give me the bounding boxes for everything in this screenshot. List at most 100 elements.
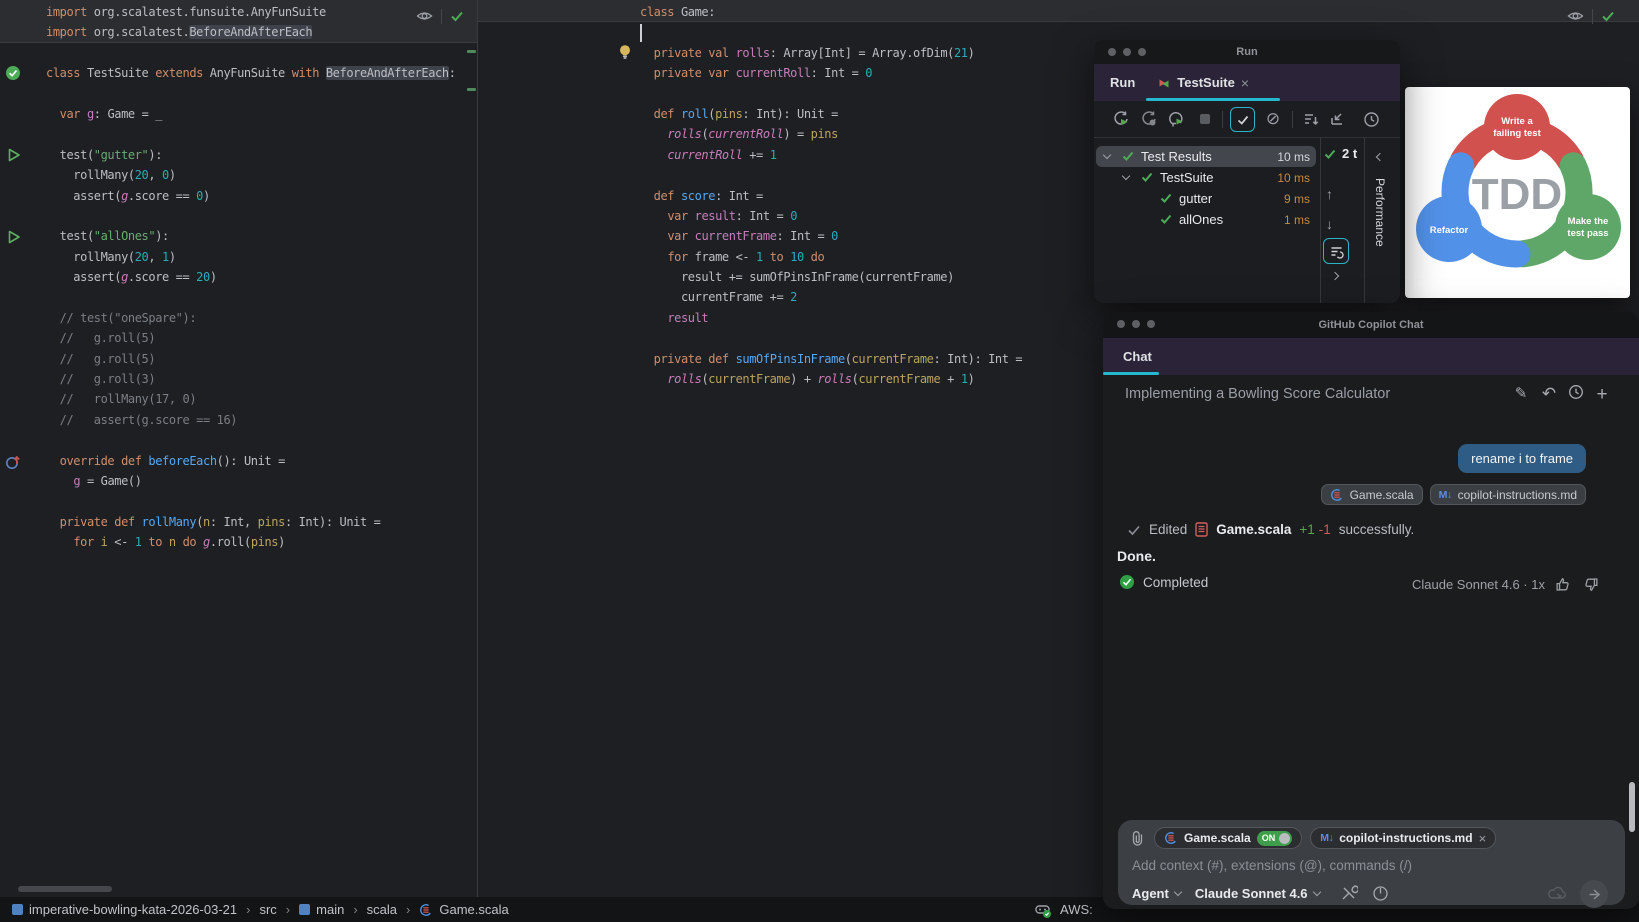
run-window-titlebar[interactable]: Run	[1094, 40, 1400, 64]
code-line[interactable]: for i <- 1 to n do g.roll(pins)	[46, 532, 477, 552]
run-test-gutter-icon[interactable]	[6, 229, 22, 245]
tree-expand-chevron-icon[interactable]	[1102, 150, 1112, 160]
code-line[interactable]: assert(g.score == 0)	[46, 186, 477, 206]
next-failed-test-button[interactable]: ↓	[1326, 216, 1333, 232]
context-on-toggle[interactable]: ON	[1256, 830, 1293, 846]
context-chip-copilot-instructions[interactable]: M↓ copilot-instructions.md	[1429, 484, 1586, 505]
reader-mode-eye-icon[interactable]	[415, 7, 434, 25]
code-line[interactable]	[46, 84, 477, 104]
code-line[interactable]: private def rollMany(n: Int, pins: Int):…	[46, 512, 477, 532]
test-history-clock-icon[interactable]	[1360, 108, 1382, 130]
code-line[interactable]: import org.scalatest.funsuite.AnyFunSuit…	[46, 2, 477, 22]
test-tree-row[interactable]: gutter 9 ms	[1096, 188, 1316, 209]
rerun-failed-tests-button[interactable]	[1138, 108, 1160, 130]
new-chat-plus-icon[interactable]: +	[1592, 384, 1612, 406]
code-line[interactable]: var g: Game = _	[46, 104, 477, 124]
rerun-tests-button[interactable]	[1110, 108, 1132, 130]
code-line[interactable]: // test("oneSpare"):	[46, 308, 477, 328]
sort-by-duration-button[interactable]	[1300, 108, 1322, 130]
code-line[interactable]: test("gutter"):	[46, 145, 477, 165]
reader-mode-eye-icon[interactable]	[1566, 7, 1585, 25]
undo-icon[interactable]: ↶	[1539, 384, 1559, 404]
code-line[interactable]: import org.scalatest.BeforeAndAfterEach	[46, 22, 477, 42]
stop-button[interactable]	[1194, 108, 1216, 130]
minimize-window-button[interactable]	[1123, 48, 1131, 56]
thumbs-up-icon[interactable]	[1555, 576, 1572, 593]
remove-chip-icon[interactable]: ×	[1479, 831, 1487, 846]
code-line[interactable]	[46, 43, 477, 63]
code-line[interactable]	[46, 206, 477, 226]
breadcrumb-item[interactable]: main	[299, 902, 344, 917]
attach-paperclip-icon[interactable]	[1130, 830, 1146, 847]
zoom-window-button[interactable]	[1138, 48, 1146, 56]
code-line[interactable]	[46, 124, 477, 144]
overrides-method-gutter-icon[interactable]	[5, 454, 21, 470]
previous-failed-test-button[interactable]: ↑	[1326, 186, 1333, 202]
code-line[interactable]: override def beforeEach(): Unit =	[46, 451, 477, 471]
tools-icon[interactable]	[1340, 884, 1358, 902]
code-line[interactable]	[46, 430, 477, 450]
test-tree-row[interactable]: Test Results 10 ms	[1096, 146, 1316, 167]
model-selector[interactable]: Claude Sonnet 4.6	[1195, 886, 1308, 901]
show-passed-toggle[interactable]	[1230, 107, 1255, 132]
code-line[interactable]: // assert(g.score == 16)	[46, 410, 477, 430]
mode-selector[interactable]: Agent	[1132, 886, 1169, 901]
code-line[interactable]: g = Game()	[46, 471, 477, 491]
usage-gauge-icon[interactable]	[1372, 885, 1389, 902]
close-window-button[interactable]	[1108, 48, 1116, 56]
code-line[interactable]	[46, 491, 477, 511]
code-line[interactable]: // g.roll(3)	[46, 369, 477, 389]
horizontal-scrollbar-thumb[interactable]	[18, 886, 112, 892]
code-line[interactable]: test("allOnes"):	[46, 226, 477, 246]
tree-expand-chevron-icon[interactable]	[1121, 171, 1131, 181]
performance-side-tab[interactable]: Performance	[1364, 138, 1400, 303]
edited-file-name[interactable]: Game.scala	[1216, 522, 1291, 537]
chat-window-titlebar[interactable]: GitHub Copilot Chat	[1103, 312, 1639, 338]
code-line[interactable]	[46, 287, 477, 307]
attached-chip-copilot-instructions[interactable]: M↓ copilot-instructions.md ×	[1310, 827, 1497, 849]
edit-quill-icon[interactable]: ✎	[1511, 384, 1531, 402]
chat-input-placeholder[interactable]: Add context (#), extensions (@), command…	[1132, 858, 1412, 873]
no-problems-check-icon[interactable]	[449, 8, 465, 24]
tab-chat[interactable]: Chat	[1123, 349, 1152, 364]
test-tree-row[interactable]: TestSuite 10 ms	[1096, 167, 1316, 188]
test-tree-row[interactable]: allOnes 1 ms	[1096, 209, 1316, 230]
filter-tests-toggle[interactable]	[1323, 238, 1349, 264]
run-class-gutter-icon[interactable]	[5, 65, 21, 81]
chat-input-box[interactable]: Game.scala ON M↓ copilot-instructions.md…	[1118, 820, 1625, 908]
minimize-window-button[interactable]	[1132, 320, 1140, 328]
close-tab-icon[interactable]: ×	[1241, 76, 1249, 90]
history-clock-icon[interactable]	[1566, 384, 1586, 404]
thumbs-down-icon[interactable]	[1582, 576, 1599, 593]
import-test-results-button[interactable]	[1326, 108, 1348, 130]
run-test-gutter-icon[interactable]	[6, 147, 22, 163]
attached-chip-game-scala[interactable]: Game.scala ON	[1154, 827, 1303, 849]
code-line[interactable]: assert(g.score == 20)	[46, 267, 477, 287]
code-line[interactable]: // g.roll(5)	[46, 349, 477, 369]
zoom-window-button[interactable]	[1147, 320, 1155, 328]
tab-testsuite[interactable]: TestSuite ×	[1157, 75, 1249, 90]
copilot-status-icon[interactable]	[1034, 901, 1052, 919]
code-line[interactable]: // rollMany(17, 0)	[46, 389, 477, 409]
context-chip-game-scala[interactable]: Game.scala	[1320, 484, 1423, 505]
code-line[interactable]: class Game:	[640, 2, 1639, 22]
toggle-auto-test-button[interactable]	[1166, 108, 1188, 130]
chat-scrollbar-thumb[interactable]	[1629, 782, 1635, 832]
breadcrumb-item[interactable]: imperative-bowling-kata-2026-03-21	[12, 902, 237, 917]
close-window-button[interactable]	[1117, 320, 1125, 328]
code-line[interactable]: class TestSuite extends AnyFunSuite with…	[46, 63, 477, 83]
expand-panel-chevron-icon[interactable]	[1330, 271, 1340, 281]
breadcrumb-item[interactable]: scala	[367, 902, 397, 917]
editor-pane-testsuite[interactable]: import org.scalatest.funsuite.AnyFunSuit…	[0, 0, 477, 897]
aws-status-label[interactable]: AWS:	[1060, 902, 1093, 917]
send-button[interactable]	[1580, 880, 1608, 908]
show-ignored-toggle[interactable]: ⊘	[1262, 108, 1284, 130]
code-line[interactable]: // g.roll(5)	[46, 328, 477, 348]
code-line[interactable]: rollMany(20, 0)	[46, 165, 477, 185]
no-problems-check-icon[interactable]	[1600, 8, 1616, 24]
code-line[interactable]: rollMany(20, 1)	[46, 247, 477, 267]
breadcrumb-item[interactable]: src	[259, 902, 276, 917]
intention-lightbulb-icon[interactable]	[618, 44, 632, 60]
breadcrumb-item[interactable]: Game.scala	[419, 902, 509, 917]
cloud-send-icon[interactable]	[1548, 886, 1568, 902]
